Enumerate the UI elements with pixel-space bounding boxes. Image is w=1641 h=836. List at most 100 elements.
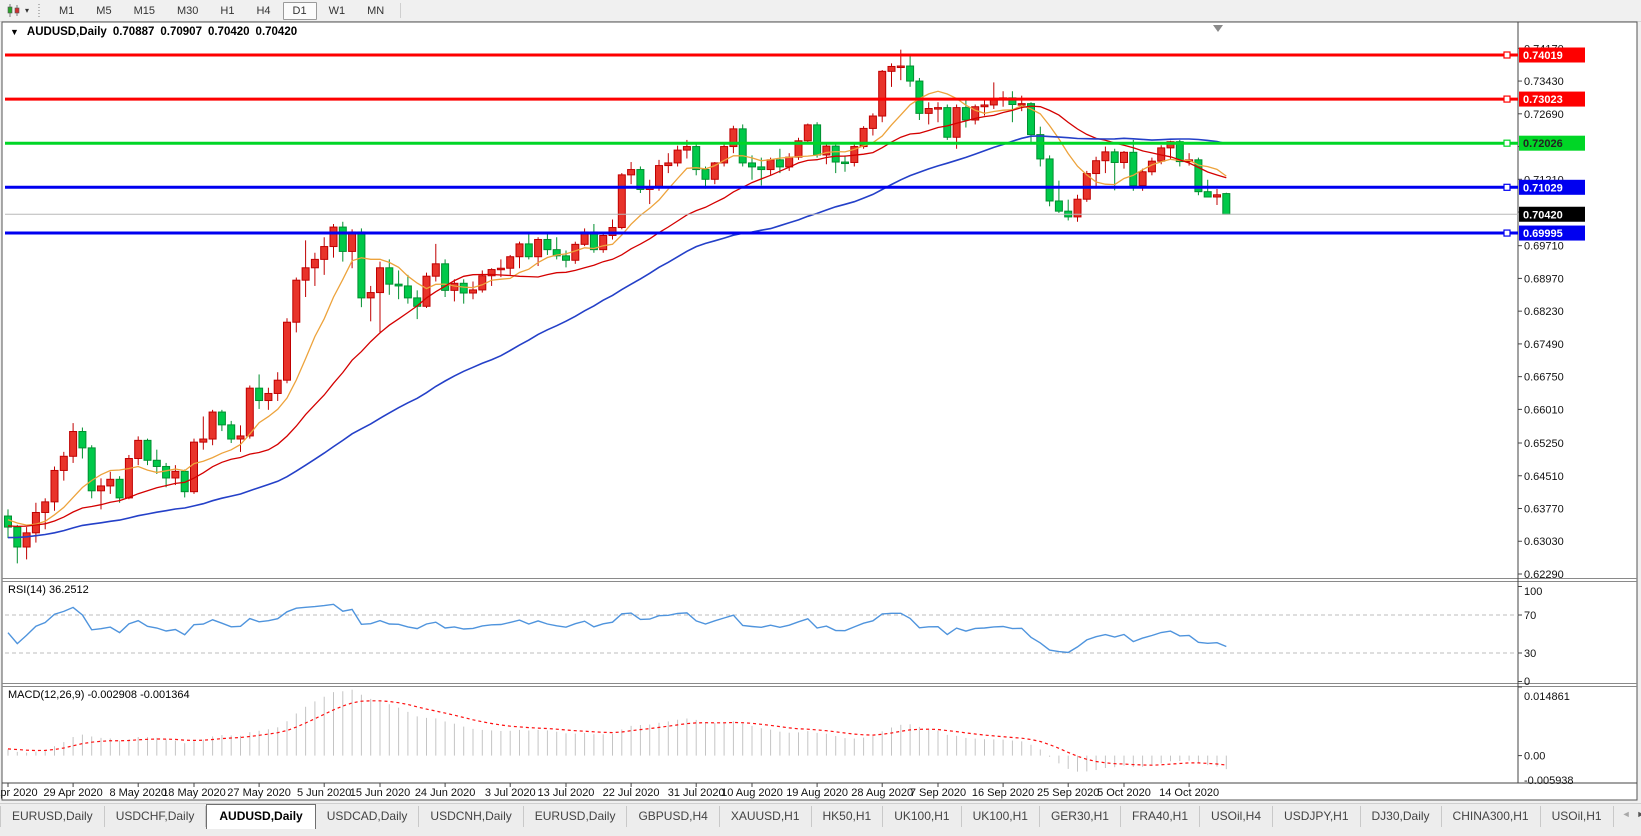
macd-tick-label: 0.00 [1524,751,1545,763]
candle-body [1018,104,1025,106]
tab-usdjpy-h1[interactable]: USDJPY,H1 [1273,806,1360,827]
tab-eurusd-daily[interactable]: EURUSD,Daily [0,806,105,827]
candle-body [656,166,663,188]
macd-tick-label: 0.014861 [1524,691,1570,703]
candle-body [172,471,179,478]
candle-body [897,66,904,68]
tab-ger30-h1[interactable]: GER30,H1 [1040,806,1121,827]
price-tick-label: 0.63770 [1524,504,1564,516]
tab-hk50-h1[interactable]: HK50,H1 [812,806,884,827]
tab-audusd-daily[interactable]: AUDUSD,Daily [206,804,315,829]
tab-uk100-h1[interactable]: UK100,H1 [962,806,1040,827]
candle-body [125,459,132,498]
candle-body [618,175,625,228]
hline-handle[interactable] [1504,230,1510,236]
candle-body [962,108,969,120]
candle-body [758,167,765,170]
candle-body [516,244,523,257]
tab-usoil-h4[interactable]: USOil,H4 [1200,806,1273,827]
candle-body [191,442,198,492]
candle-body [302,268,309,280]
candle-body [256,388,263,400]
candle-body [888,66,895,71]
candle-body [339,227,346,251]
candle-body [832,146,839,162]
tab-usoil-h1[interactable]: USOil,H1 [1541,806,1614,827]
candle-body [377,268,384,293]
tab-usdcnh-daily[interactable]: USDCNH,Daily [419,806,523,827]
price-chart: 0.741700.734300.726900.719500.712100.704… [0,0,1641,835]
tab-uk100-h1[interactable]: UK100,H1 [883,806,961,827]
candle-body [311,259,318,267]
hline-price-label: 0.73023 [1523,94,1563,106]
candle-body [284,322,291,380]
current-price-label: 0.70420 [1523,209,1563,221]
candle-body [395,284,402,286]
candle-body [1139,172,1146,186]
candle-body [98,486,105,491]
candle-body [590,232,597,250]
candle-body [218,412,225,425]
hline-handle[interactable] [1504,140,1510,146]
macd-tick-label: -0.005938 [1524,775,1574,787]
candle-body [535,239,542,256]
candle-body [628,170,635,175]
candle-body [1093,161,1100,174]
price-tick-label: 0.63030 [1524,536,1564,548]
candle-body [51,470,58,501]
tab-eurusd-daily[interactable]: EURUSD,Daily [524,806,628,827]
macd-indicator-label: MACD(12,26,9) -0.002908 -0.001364 [8,689,190,701]
candle-body [1121,152,1128,162]
date-tick-label: 10 Aug 2020 [721,787,783,799]
date-tick-label: 16 Sep 2020 [972,787,1034,799]
tab-china300-h1[interactable]: CHINA300,H1 [1442,806,1541,827]
date-tick-label: 7 Sep 2020 [910,787,966,799]
date-tick-label: 24 Jun 2020 [415,787,476,799]
candle-body [293,280,300,322]
hline-handle[interactable] [1504,96,1510,102]
hline-handle[interactable] [1504,184,1510,190]
candle-body [525,244,532,257]
hline-price-label: 0.72026 [1523,138,1563,150]
hline-price-label: 0.74019 [1523,50,1563,62]
candle-body [1130,152,1137,185]
tab-usdchf-daily[interactable]: USDCHF,Daily [105,806,207,827]
candle-body [600,235,607,249]
date-tick-label: 22 Jul 2020 [603,787,660,799]
quote-low: 0.70420 [208,26,250,38]
date-tick-label: 18 May 2020 [162,787,226,799]
candle-body [209,412,216,439]
tab-scroll-left-icon[interactable]: ◄ [1622,809,1631,819]
tab-xauusd-h1[interactable]: XAUUSD,H1 [720,806,812,827]
candle-body [497,268,504,270]
tab-fra40-h1[interactable]: FRA40,H1 [1121,806,1200,827]
hline-price-label: 0.71029 [1523,182,1563,194]
candle-body [367,293,374,298]
candle-body [358,232,365,298]
window-menu-icon[interactable]: ▼ [10,27,19,37]
candle-body [246,388,253,436]
tab-gbpusd-h4[interactable]: GBPUSD,H4 [627,806,719,827]
candle-body [1223,194,1230,215]
candle-body [944,108,951,138]
candle-body [79,432,86,448]
candle-body [423,276,430,306]
tab-dj30-daily[interactable]: DJ30,Daily [1361,806,1442,827]
candle-body [1111,152,1118,163]
tab-usdcad-daily[interactable]: USDCAD,Daily [316,806,420,827]
rsi-indicator-label: RSI(14) 36.2512 [8,584,89,596]
candle-body [1055,201,1062,211]
date-tick-label: 25 Sep 2020 [1037,787,1099,799]
date-tick-label: 20 Apr 2020 [0,787,38,799]
candle-body [935,108,942,110]
price-tick-label: 0.67490 [1524,339,1564,351]
date-tick-label: 5 Oct 2020 [1097,787,1151,799]
hline-handle[interactable] [1504,52,1510,58]
price-tick-label: 0.69710 [1524,241,1564,253]
candle-body [879,71,886,116]
tab-scroll-right-icon[interactable]: ► [1637,809,1641,819]
candle-body [507,257,514,269]
candle-body [674,150,681,163]
rsi-tick-label: 30 [1524,648,1536,660]
price-tick-label: 0.65250 [1524,438,1564,450]
